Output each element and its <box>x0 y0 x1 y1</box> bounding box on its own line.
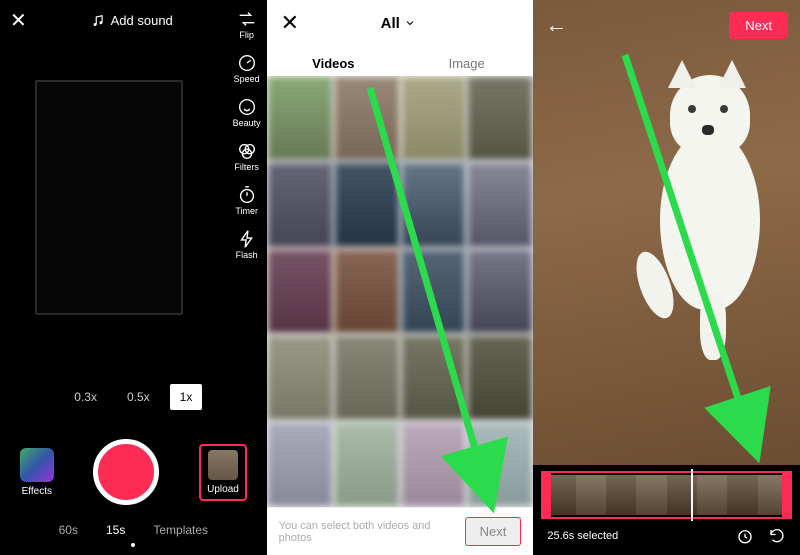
annotation-arrows <box>0 0 800 555</box>
